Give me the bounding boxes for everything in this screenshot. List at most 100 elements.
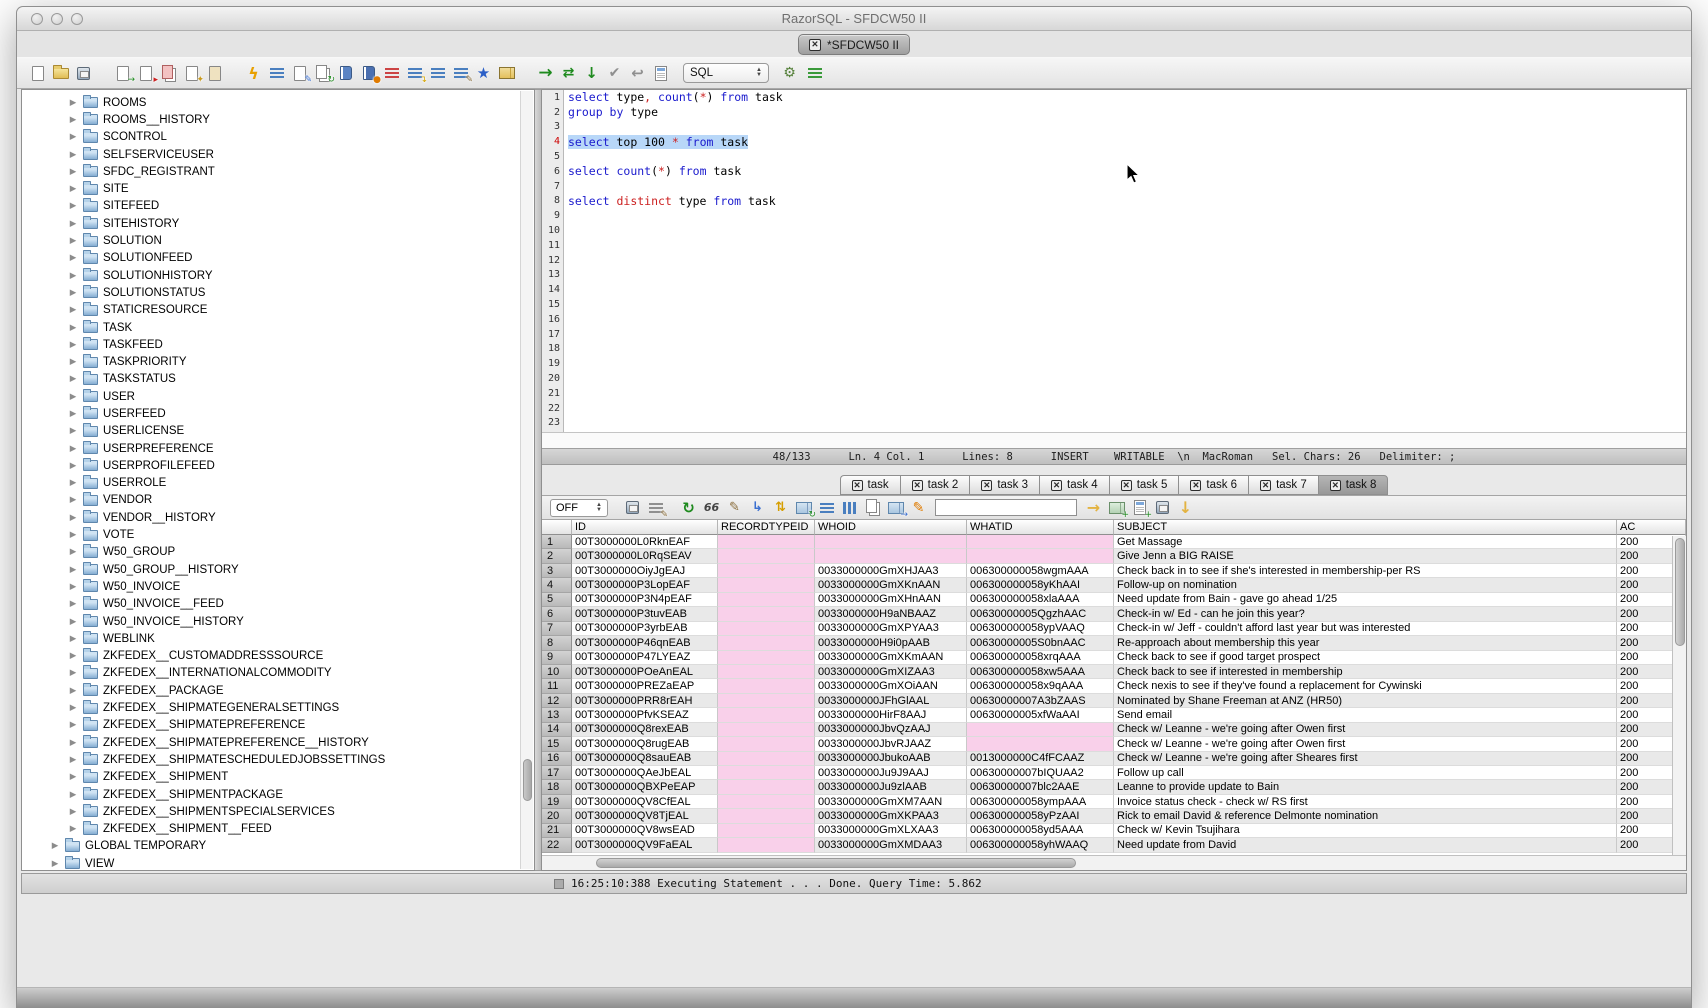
disclosure-triangle-icon[interactable]: ▶ bbox=[68, 703, 78, 713]
grid-search-input[interactable] bbox=[935, 499, 1077, 516]
tree-item-rooms[interactable]: ▶ROOMS bbox=[22, 94, 534, 111]
grid-null-cell[interactable] bbox=[718, 607, 815, 621]
tree-item-rooms-history[interactable]: ▶ROOMS__HISTORY bbox=[22, 111, 534, 128]
grid-column-header-recordtypeid[interactable]: RECORDTYPEID bbox=[718, 520, 815, 535]
disclosure-triangle-icon[interactable]: ▶ bbox=[68, 461, 78, 471]
disclosure-triangle-icon[interactable]: ▶ bbox=[68, 271, 78, 281]
grid-row-header[interactable]: 2 bbox=[542, 549, 572, 563]
open-file-icon[interactable] bbox=[50, 62, 71, 84]
grid-cell[interactable]: 0033000000GmXIZAA3 bbox=[815, 665, 967, 679]
tree-item-solutionhistory[interactable]: ▶SOLUTIONHISTORY bbox=[22, 267, 534, 284]
import-file-icon[interactable]: → bbox=[112, 62, 133, 84]
grid-cell[interactable]: 00630000005QgzhAAC bbox=[967, 607, 1114, 621]
table-gold-icon[interactable] bbox=[496, 62, 517, 84]
tree-item-zkfedex-shipment-feed[interactable]: ▶ZKFEDEX__SHIPMENT__FEED bbox=[22, 820, 534, 837]
grid-null-cell[interactable] bbox=[718, 535, 815, 549]
disclosure-triangle-icon[interactable]: ▶ bbox=[68, 547, 78, 557]
tree-item-w50-invoice-feed[interactable]: ▶W50_INVOICE__FEED bbox=[22, 596, 534, 613]
sort-rows-icon[interactable]: ⇅ bbox=[770, 497, 791, 519]
disclosure-triangle-icon[interactable]: ▶ bbox=[68, 790, 78, 800]
tree-item-taskstatus[interactable]: ▶TASKSTATUS bbox=[22, 371, 534, 388]
grid-cell[interactable]: 00T3000000P3tuvEAB bbox=[572, 607, 718, 621]
tree-item-zkfedex-shipmatescheduledjobssettings[interactable]: ▶ZKFEDEX__SHIPMATESCHEDULEDJOBSSETTINGS bbox=[22, 751, 534, 768]
editor-line[interactable]: 18 bbox=[542, 342, 1686, 357]
grid-null-cell[interactable] bbox=[718, 622, 815, 636]
grid-cell[interactable]: 0033000000HirF8AAJ bbox=[815, 708, 967, 722]
grid-cell[interactable]: Check back to see if interested in membe… bbox=[1114, 665, 1617, 679]
grid-null-cell[interactable] bbox=[718, 780, 815, 794]
grid-null-cell[interactable] bbox=[718, 679, 815, 693]
grid-null-cell[interactable] bbox=[718, 737, 815, 751]
copy-file-icon[interactable] bbox=[158, 62, 179, 84]
editor-line[interactable]: 2group by type bbox=[542, 105, 1686, 120]
export-grid-icon[interactable]: → bbox=[885, 497, 906, 519]
grid-null-cell[interactable] bbox=[718, 593, 815, 607]
disclosure-triangle-icon[interactable]: ▶ bbox=[68, 184, 78, 194]
disclosure-triangle-icon[interactable]: ▶ bbox=[68, 772, 78, 782]
grid-cell[interactable]: 0033000000GmXHJAA3 bbox=[815, 564, 967, 578]
grid-cell[interactable]: Check back in to see if she's interested… bbox=[1114, 564, 1617, 578]
disclosure-triangle-icon[interactable]: ▶ bbox=[68, 668, 78, 678]
close-window-button[interactable] bbox=[31, 13, 43, 25]
grid-cell[interactable]: Need update from David bbox=[1114, 838, 1617, 852]
disclosure-triangle-icon[interactable]: ▶ bbox=[68, 115, 78, 125]
sql-editor[interactable]: 1select type, count(*) from task2group b… bbox=[542, 90, 1686, 432]
grid-row-header[interactable]: 14 bbox=[542, 723, 572, 737]
grid-cell[interactable]: 006300000058wgmAAA bbox=[967, 564, 1114, 578]
grid-row-header[interactable]: 11 bbox=[542, 679, 572, 693]
disclosure-triangle-icon[interactable]: ▶ bbox=[68, 444, 78, 454]
grid-cell[interactable]: 0033000000GmXKnAAN bbox=[815, 578, 967, 592]
disclosure-triangle-icon[interactable]: ▶ bbox=[68, 720, 78, 730]
disclosure-triangle-icon[interactable]: ▶ bbox=[68, 409, 78, 419]
editor-line[interactable]: 19 bbox=[542, 356, 1686, 371]
grid-cell[interactable]: Check nexis to see if they've found a re… bbox=[1114, 679, 1617, 693]
grid-cell[interactable]: 006300000058yKhAAI bbox=[967, 578, 1114, 592]
tree-item-zkfedex-shipmategeneralsettings[interactable]: ▶ZKFEDEX__SHIPMATEGENERALSETTINGS bbox=[22, 699, 534, 716]
describe-list-icon[interactable] bbox=[266, 62, 287, 84]
tree-scrollbar-thumb[interactable] bbox=[523, 759, 532, 801]
grid-column-header-whoid[interactable]: WHOID bbox=[815, 520, 967, 535]
filter-results-icon[interactable]: ✎ bbox=[645, 497, 666, 519]
close-tab-icon[interactable]: ✕ bbox=[1051, 480, 1062, 491]
close-tab-icon[interactable]: ✕ bbox=[981, 480, 992, 491]
disclosure-triangle-icon[interactable]: ▶ bbox=[68, 634, 78, 644]
grid-row-header[interactable]: 1 bbox=[542, 535, 572, 549]
results-list-icon[interactable] bbox=[804, 62, 825, 84]
grid-cell[interactable]: Check-in w/ Jeff - couldn't afford last … bbox=[1114, 622, 1617, 636]
grid-cell[interactable]: 0033000000GmXLXAA3 bbox=[815, 824, 967, 838]
result-tab-task-7[interactable]: ✕task 7 bbox=[1248, 475, 1318, 495]
grid-cell[interactable]: 0033000000Ju9zlAAB bbox=[815, 780, 967, 794]
tree-item-task[interactable]: ▶TASK bbox=[22, 319, 534, 336]
editor-line[interactable]: 9 bbox=[542, 208, 1686, 223]
rollback-undo-icon[interactable]: ↩ bbox=[627, 62, 648, 84]
grid-cell[interactable]: 00T3000000PfvKSEAZ bbox=[572, 708, 718, 722]
disclosure-triangle-icon[interactable]: ▶ bbox=[68, 167, 78, 177]
tree-item-solution[interactable]: ▶SOLUTION bbox=[22, 232, 534, 249]
disclosure-triangle-icon[interactable]: ▶ bbox=[68, 686, 78, 696]
editor-line[interactable]: 6select count(*) from task bbox=[542, 164, 1686, 179]
disclosure-triangle-icon[interactable]: ▶ bbox=[68, 305, 78, 315]
execute-lightning-icon[interactable]: ϟ bbox=[243, 62, 264, 84]
tree-item-w50-invoice[interactable]: ▶W50_INVOICE bbox=[22, 578, 534, 595]
tree-item-global-temporary[interactable]: ▶GLOBAL TEMPORARY bbox=[22, 838, 534, 855]
grid-row-header[interactable]: 10 bbox=[542, 665, 572, 679]
grid-cell[interactable]: 00T3000000OiyJgEAJ bbox=[572, 564, 718, 578]
editor-line[interactable]: 4select top 100 * from task bbox=[542, 134, 1686, 149]
tree-item-zkfedex-shipmatepreference[interactable]: ▶ZKFEDEX__SHIPMATEPREFERENCE bbox=[22, 717, 534, 734]
tree-item-zkfedex-package[interactable]: ▶ZKFEDEX__PACKAGE bbox=[22, 682, 534, 699]
grid-null-cell[interactable] bbox=[718, 549, 815, 563]
refresh-results-icon[interactable]: ↻ bbox=[678, 497, 699, 519]
title-bar[interactable]: RazorSQL - SFDCW50 II bbox=[17, 7, 1691, 31]
disclosure-triangle-icon[interactable]: ▶ bbox=[68, 617, 78, 627]
editor-line[interactable]: 23 bbox=[542, 416, 1686, 431]
grid-cell[interactable]: 0033000000GmXPYAA3 bbox=[815, 622, 967, 636]
grid-cell[interactable]: 0033000000GmXMDAA3 bbox=[815, 838, 967, 852]
blank-file-icon[interactable] bbox=[204, 62, 225, 84]
result-tab-task-2[interactable]: ✕task 2 bbox=[900, 475, 970, 495]
close-tab-icon[interactable]: ✕ bbox=[1330, 480, 1341, 491]
editor-line[interactable]: 12 bbox=[542, 253, 1686, 268]
tree-item-zkfedex-shipmentpackage[interactable]: ▶ZKFEDEX__SHIPMENTPACKAGE bbox=[22, 786, 534, 803]
grid-cell[interactable]: Check w/ Leanne - we're going after Owen… bbox=[1114, 723, 1617, 737]
disclosure-triangle-icon[interactable]: ▶ bbox=[68, 374, 78, 384]
grid-cell[interactable]: 006300000058xw5AAA bbox=[967, 665, 1114, 679]
